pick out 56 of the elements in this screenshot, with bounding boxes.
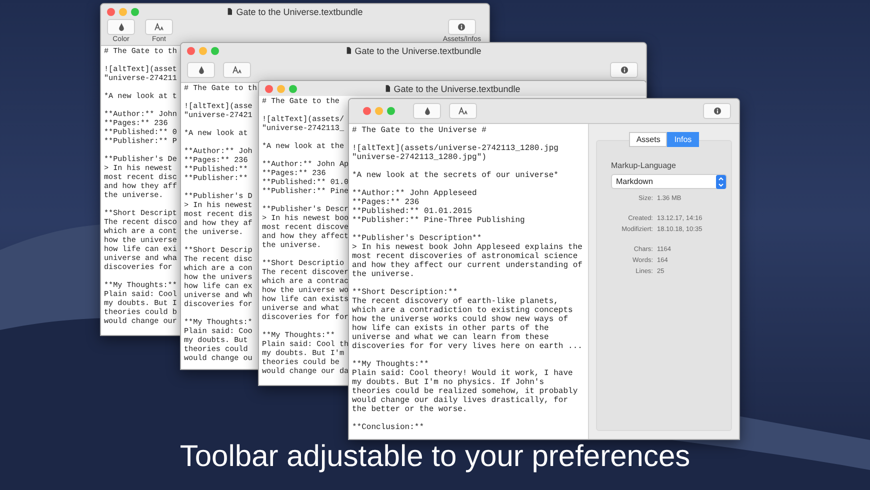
editor-line: # The Gate to the Universe # — [352, 126, 488, 135]
font-button[interactable] — [449, 103, 477, 119]
drop-icon — [118, 23, 124, 31]
font-icon — [232, 66, 242, 74]
editor-line: and how they affect our current understanding of — [352, 261, 584, 270]
editor-line: my doubts. But I'm no physics. If John's — [352, 378, 546, 387]
markup-language-popup[interactable]: Markdown — [611, 174, 727, 189]
drop-icon — [198, 66, 204, 74]
editor-line: Plain said: Cool theory! Would it work, I have — [352, 369, 574, 378]
drop-icon — [424, 107, 430, 115]
font-button[interactable] — [223, 62, 251, 78]
editor-line: **Publisher:** Pine-Three Publishing — [352, 216, 526, 225]
editor-line: how life can exists in other parts of the — [352, 324, 550, 333]
info-icon — [620, 66, 628, 74]
color-button[interactable] — [107, 19, 135, 35]
document-icon — [384, 85, 390, 92]
editor-line: > In his newest book John Appleseed explains the — [352, 243, 584, 252]
editor-line: how the universe works could show new ways of — [352, 315, 570, 324]
document-icon — [346, 47, 351, 54]
stepper-icon — [716, 174, 726, 188]
editor-line: **Conclusion:** — [352, 423, 426, 432]
editor-line: **Publisher's Description** — [352, 234, 483, 243]
editor-line: "universe-2742113_1280.jpg") — [352, 153, 488, 162]
document-icon — [227, 8, 232, 15]
markup-language-label: Markup-Language — [610, 161, 677, 170]
info-button[interactable] — [448, 19, 476, 35]
caption-text: Toolbar adjustable to your preferences — [178, 440, 692, 474]
editor-line: **Published:** 01.01.2015 — [352, 207, 474, 216]
info-icon — [458, 23, 466, 31]
font-icon — [154, 23, 164, 31]
color-button[interactable] — [187, 62, 215, 78]
editor-line: **Pages:** 236 — [352, 198, 420, 207]
editor-line: most recent discoveries of astronomical science — [352, 252, 579, 261]
info-button[interactable] — [610, 62, 638, 78]
font-button[interactable] — [145, 19, 173, 35]
info-button[interactable] — [703, 103, 731, 119]
window-title: Gate to the Universe.textbundle — [354, 46, 482, 56]
color-button[interactable] — [413, 103, 441, 119]
editor-line: **Author:** John Appleseed — [352, 189, 478, 198]
info-icon — [714, 107, 720, 115]
window-title: Gate to the Universe.textbundle — [236, 6, 363, 16]
editor-line: *A new look at the secrets of our universe* — [352, 171, 560, 180]
editor-line: **Short Description:** — [352, 288, 459, 297]
font-icon — [458, 107, 468, 115]
editor-line: theories could be realized somehow, it probably — [352, 387, 579, 396]
editor-line: the better or the worse. — [352, 405, 468, 414]
editor-line: would change our daily lives drastically, for — [352, 396, 570, 405]
editor-line: ![altText](assets/universe-2742113_1280.jpg — [352, 144, 560, 153]
editor-line: discoveries for for very lives here on earth ... — [352, 342, 584, 351]
window-title: Gate to the Universe.textbundle — [394, 84, 520, 94]
editor-line: The recent discovery of earth-like planets, — [352, 297, 560, 306]
editor-line: universe and what we can learn from these — [352, 333, 550, 342]
editor-line: the universe. — [352, 270, 416, 279]
segment-tab[interactable]: Assets — [629, 132, 668, 147]
editor-line: **My Thoughts:** — [352, 360, 430, 369]
editor-line: which are a contradiction to existing concepts — [352, 306, 574, 315]
